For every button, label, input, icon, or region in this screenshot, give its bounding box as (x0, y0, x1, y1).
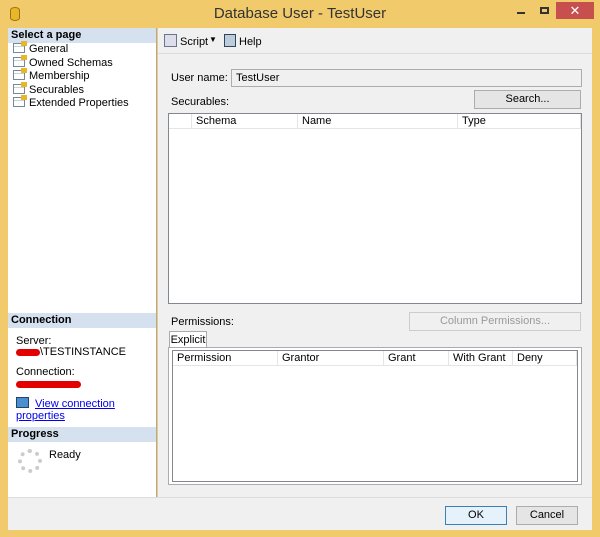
page-item-extended-properties[interactable]: Extended Properties (13, 95, 129, 110)
minimize-button[interactable] (517, 12, 525, 14)
page-label: Extended Properties (29, 97, 129, 109)
permissions-label: Permissions: (171, 316, 234, 328)
connection-value-redacted (16, 378, 81, 390)
script-icon (164, 34, 177, 47)
window-title: Database User - TestUser (213, 5, 387, 22)
page-icon (13, 41, 27, 53)
view-link-text[interactable]: View connection properties (16, 398, 115, 422)
column-header-type[interactable]: Type (458, 114, 581, 129)
script-label: Script (180, 36, 209, 48)
column-header-permission[interactable]: Permission (173, 351, 278, 366)
column-header-deny[interactable]: Deny (513, 351, 577, 366)
user-name-label: User name: (171, 72, 228, 84)
progress-spinner-icon (18, 449, 42, 473)
help-button[interactable]: Help (224, 34, 262, 48)
page-label: Securables (29, 84, 85, 96)
securables-label: Securables: (171, 96, 230, 108)
page-icon (13, 95, 27, 107)
user-name-field[interactable]: TestUser (231, 69, 582, 87)
column-header-grant[interactable]: Grant (384, 351, 449, 366)
page-icon (13, 68, 27, 80)
tab-explicit[interactable]: Explicit (169, 331, 207, 348)
column-header-name[interactable]: Name (298, 114, 458, 129)
server-text: \TESTINSTANCE (40, 346, 126, 358)
permissions-panel: Permission Grantor Grant With Grant Deny (168, 347, 582, 485)
progress-header: Progress (8, 427, 156, 442)
connection-properties-icon (16, 397, 29, 408)
grid-header-blank (169, 114, 192, 129)
left-panel: Select a page General Owned Schemas Memb… (8, 28, 157, 497)
help-icon (224, 34, 236, 47)
maximize-button[interactable] (540, 7, 549, 14)
button-bar: OK Cancel (8, 497, 592, 530)
connection-label: Connection: (16, 366, 75, 378)
page-label: Membership (29, 70, 90, 82)
column-permissions-button[interactable]: Column Permissions... (409, 312, 581, 331)
column-header-schema[interactable]: Schema (192, 114, 298, 129)
page-icon (13, 82, 27, 94)
page-label: Owned Schemas (29, 57, 113, 69)
close-button[interactable]: ✕ (556, 2, 594, 19)
server-value: \TESTINSTANCE (16, 346, 126, 358)
cancel-button[interactable]: Cancel (516, 506, 578, 525)
page-icon (13, 55, 27, 67)
column-header-with-grant[interactable]: With Grant (449, 351, 513, 366)
script-dropdown-icon[interactable]: ▼ (209, 35, 217, 44)
script-button[interactable]: Script (164, 34, 208, 48)
page-item-owned-schemas[interactable]: Owned Schemas (13, 55, 113, 70)
search-button[interactable]: Search... (474, 90, 581, 109)
toolbar: Script ▼ Help (158, 28, 592, 54)
redaction (16, 348, 40, 356)
page-label: General (29, 43, 69, 55)
progress-status: Ready (49, 449, 81, 461)
right-panel: Script ▼ Help User name: TestUser Secura… (158, 28, 592, 497)
help-label: Help (239, 36, 262, 48)
view-connection-properties-link[interactable]: View connection properties (16, 397, 156, 422)
ok-button[interactable]: OK (445, 506, 507, 525)
permissions-grid[interactable]: Permission Grantor Grant With Grant Deny (172, 350, 578, 482)
column-header-grantor[interactable]: Grantor (278, 351, 384, 366)
connection-header: Connection (8, 313, 156, 328)
securables-grid[interactable]: Schema Name Type (168, 113, 582, 304)
select-page-header: Select a page (8, 28, 156, 43)
